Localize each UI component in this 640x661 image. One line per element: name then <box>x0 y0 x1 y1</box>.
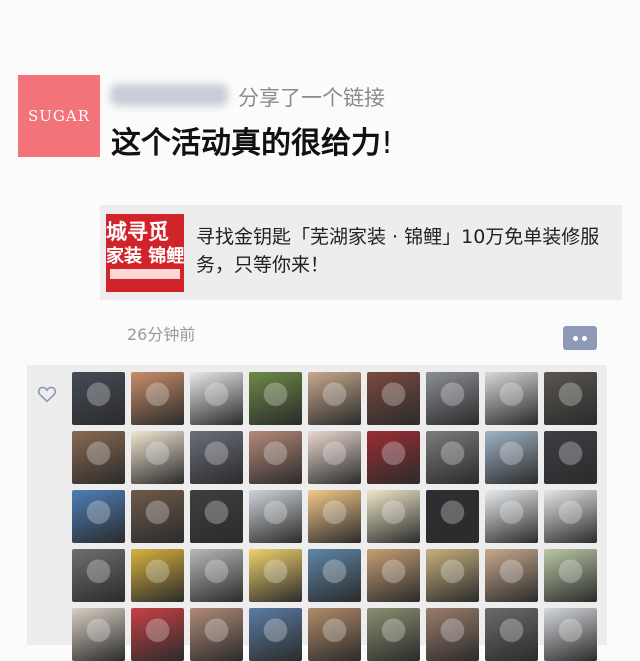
liker-avatar[interactable] <box>426 490 479 543</box>
comment-dots-icon[interactable] <box>563 326 597 350</box>
shared-link-card[interactable]: 城寻觅 家装 锦鲤 寻找金钥匙「芜湖家装 · 锦鲤」10万免单装修服务，只等你来… <box>100 205 622 300</box>
liker-avatar[interactable] <box>544 549 597 602</box>
likes-panel <box>27 365 607 661</box>
liker-avatar[interactable] <box>367 372 420 425</box>
post-time: 26分钟前 <box>127 325 196 344</box>
liker-avatar[interactable] <box>367 431 420 484</box>
thumb-date-bar <box>110 269 180 279</box>
liker-avatar[interactable] <box>426 549 479 602</box>
liker-avatar[interactable] <box>249 608 302 661</box>
thumb-line-2: 家装 锦鲤 <box>106 246 184 267</box>
moments-post: SUGAR 分享了一个链接 这个活动真的很给力! 城寻觅 家装 锦鲤 寻找金钥匙… <box>0 0 640 661</box>
liker-avatar[interactable] <box>72 549 125 602</box>
liker-avatar[interactable] <box>131 549 184 602</box>
liker-avatar[interactable] <box>544 372 597 425</box>
liker-avatar[interactable] <box>485 549 538 602</box>
post-text: 这个活动真的很给力! <box>111 118 393 162</box>
liker-avatar-grid <box>72 372 597 661</box>
share-caption: 分享了一个链接 <box>238 86 385 110</box>
blurred-username[interactable] <box>110 84 228 106</box>
liker-avatar[interactable] <box>72 372 125 425</box>
post-text-main: 这个活动真的很给力 <box>111 126 381 161</box>
liker-avatar[interactable] <box>190 608 243 661</box>
liker-avatar[interactable] <box>131 608 184 661</box>
liker-avatar[interactable] <box>367 490 420 543</box>
liker-avatar[interactable] <box>249 431 302 484</box>
user-avatar[interactable]: SUGAR <box>18 75 100 157</box>
liker-avatar[interactable] <box>72 608 125 661</box>
link-title: 寻找金钥匙「芜湖家装 · 锦鲤」10万免单装修服务，只等你来！ <box>196 226 600 276</box>
liker-avatar[interactable] <box>249 372 302 425</box>
liker-avatar[interactable] <box>308 549 361 602</box>
liker-avatar[interactable] <box>249 549 302 602</box>
post-text-end: ! <box>381 126 394 161</box>
liker-avatar[interactable] <box>544 490 597 543</box>
link-thumbnail: 城寻觅 家装 锦鲤 <box>106 214 184 292</box>
liker-avatar[interactable] <box>367 549 420 602</box>
liker-avatar[interactable] <box>190 490 243 543</box>
liker-avatar[interactable] <box>485 490 538 543</box>
liker-avatar[interactable] <box>131 431 184 484</box>
liker-avatar[interactable] <box>426 431 479 484</box>
liker-avatar[interactable] <box>131 372 184 425</box>
heart-outline-icon <box>37 386 57 403</box>
liker-avatar[interactable] <box>485 372 538 425</box>
liker-avatar[interactable] <box>485 431 538 484</box>
liker-avatar[interactable] <box>544 431 597 484</box>
liker-avatar[interactable] <box>131 490 184 543</box>
liker-avatar[interactable] <box>72 490 125 543</box>
liker-avatar[interactable] <box>249 490 302 543</box>
liker-avatar[interactable] <box>367 608 420 661</box>
avatar-text: SUGAR <box>27 107 91 125</box>
liker-avatar[interactable] <box>190 372 243 425</box>
liker-avatar[interactable] <box>485 608 538 661</box>
liker-avatar[interactable] <box>72 431 125 484</box>
liker-avatar[interactable] <box>426 372 479 425</box>
liker-avatar[interactable] <box>426 608 479 661</box>
liker-avatar[interactable] <box>190 549 243 602</box>
liker-avatar[interactable] <box>308 372 361 425</box>
liker-avatar[interactable] <box>308 431 361 484</box>
liker-avatar[interactable] <box>190 431 243 484</box>
liker-avatar[interactable] <box>308 490 361 543</box>
liker-avatar[interactable] <box>544 608 597 661</box>
liker-avatar[interactable] <box>308 608 361 661</box>
